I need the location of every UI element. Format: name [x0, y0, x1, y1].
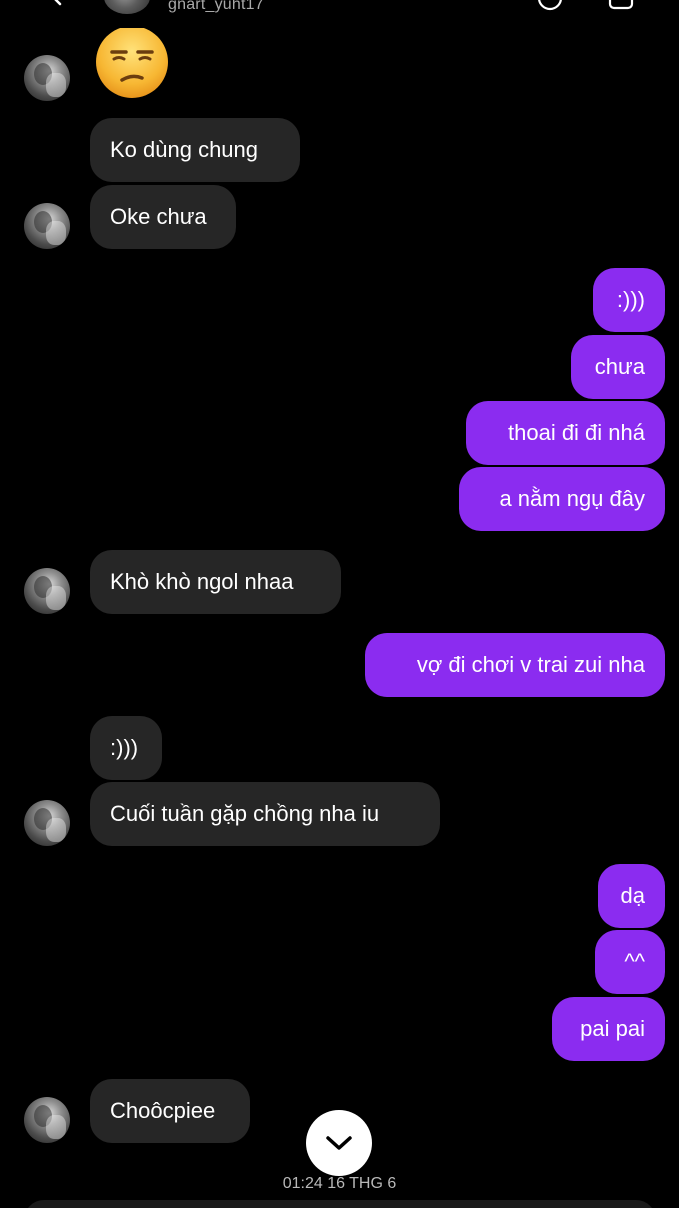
chevron-down-icon	[326, 1136, 352, 1150]
message-bubble-outgoing[interactable]: chưa	[571, 335, 665, 399]
message-text: a nằm ngụ đây	[499, 486, 645, 511]
message-bubble-incoming[interactable]: Cuối tuần gặp chồng nha iu	[90, 782, 440, 846]
unamused-face-icon	[96, 28, 168, 98]
phone-icon[interactable]	[536, 0, 564, 12]
header-username[interactable]: gnart_yuht17	[168, 0, 264, 14]
message-bubble-outgoing[interactable]: pai pai	[552, 997, 665, 1061]
message-text: Ko dùng chung	[110, 137, 259, 162]
message-text: Oke chưa	[110, 204, 207, 229]
message-text: Cuối tuần gặp chồng nha iu	[110, 801, 380, 826]
message-bubble-outgoing[interactable]: thoai đi đi nhá	[466, 401, 665, 465]
message-text: thoai đi đi nhá	[508, 420, 645, 445]
message-bubble-outgoing[interactable]: a nằm ngụ đây	[459, 467, 665, 531]
message-bubble-outgoing[interactable]: ^^	[595, 930, 665, 994]
message-text: :)))	[616, 287, 645, 312]
message-text: pai pai	[580, 1016, 645, 1041]
message-text: vợ đi chơi v trai zui nha	[416, 652, 645, 677]
chat-screen: gnart_yuht17 Ko dùng chung Oke chưa:)))…	[0, 0, 679, 1208]
message-bubble-incoming[interactable]: Choôcpiee	[90, 1079, 250, 1143]
chat-header: gnart_yuht17	[0, 0, 679, 30]
message-bubble-outgoing[interactable]: :)))	[593, 268, 665, 332]
message-bubble-incoming[interactable]: :)))	[90, 716, 162, 780]
message-bubble-outgoing[interactable]: vợ đi chơi v trai zui nha	[365, 633, 665, 697]
message-bubble-incoming[interactable]: Khò khò ngol nhaa	[90, 550, 341, 614]
message-text: :)))	[110, 735, 139, 760]
message-bubble-outgoing[interactable]: dạ	[598, 864, 665, 928]
back-arrow-icon[interactable]	[48, 0, 66, 6]
message-timestamp: 01:24 16 THG 6	[282, 1175, 397, 1192]
message-text: Khò khò ngol nhaa	[110, 569, 294, 594]
message-text: Choôcpiee	[110, 1098, 216, 1123]
message-composer[interactable]	[24, 1200, 656, 1208]
message-bubble-incoming[interactable]: Oke chưa	[90, 185, 236, 249]
sender-avatar[interactable]	[24, 1097, 70, 1143]
message-text: ^^	[624, 949, 645, 974]
sender-avatar[interactable]	[24, 800, 70, 846]
sender-avatar[interactable]	[24, 55, 70, 101]
sender-avatar[interactable]	[24, 568, 70, 614]
message-text: dạ	[620, 883, 645, 908]
message-text: chưa	[594, 354, 645, 379]
message-bubble-incoming[interactable]: Ko dùng chung	[90, 118, 300, 182]
scroll-to-bottom-button[interactable]	[306, 1110, 372, 1176]
sender-avatar[interactable]	[24, 203, 70, 249]
video-icon[interactable]	[606, 0, 636, 12]
header-avatar[interactable]	[104, 0, 150, 14]
